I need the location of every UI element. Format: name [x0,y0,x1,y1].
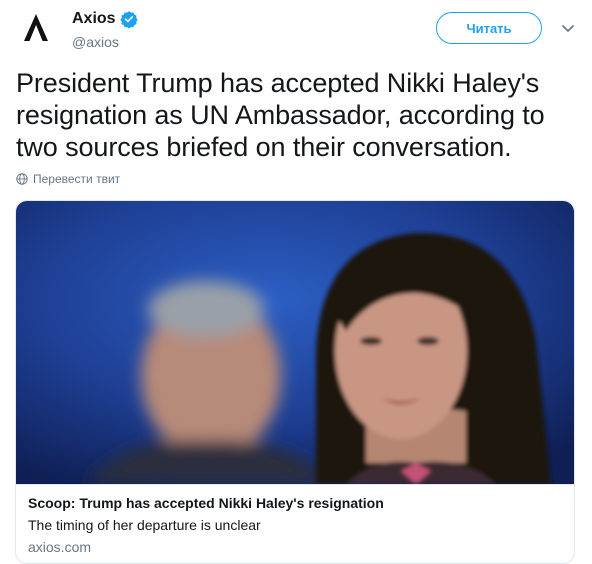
globe-icon [16,173,28,185]
follow-button[interactable]: Читать [436,12,542,44]
verified-badge-icon [119,10,138,28]
tweet-text: President Trump has accepted Nikki Haley… [16,68,545,162]
card-body[interactable]: Scoop: Trump has accepted Nikki Haley's … [16,484,574,563]
card-domain: axios.com [28,539,92,555]
card-description: The timing of her departure is unclear [28,517,261,533]
author-handle[interactable]: @axios [72,34,119,50]
author-display-name[interactable]: Axios [72,10,116,28]
chevron-down-icon[interactable] [560,20,576,36]
author-name-row[interactable]: Axios [72,10,138,28]
link-preview-card[interactable]: Scoop: Trump has accepted Nikki Haley's … [15,200,575,564]
translate-tweet-link[interactable]: Перевести твит [16,172,120,186]
axios-logo-icon[interactable] [16,8,56,48]
card-image[interactable] [16,201,574,484]
translate-label[interactable]: Перевести твит [33,172,120,186]
card-title[interactable]: Scoop: Trump has accepted Nikki Haley's … [28,493,574,513]
